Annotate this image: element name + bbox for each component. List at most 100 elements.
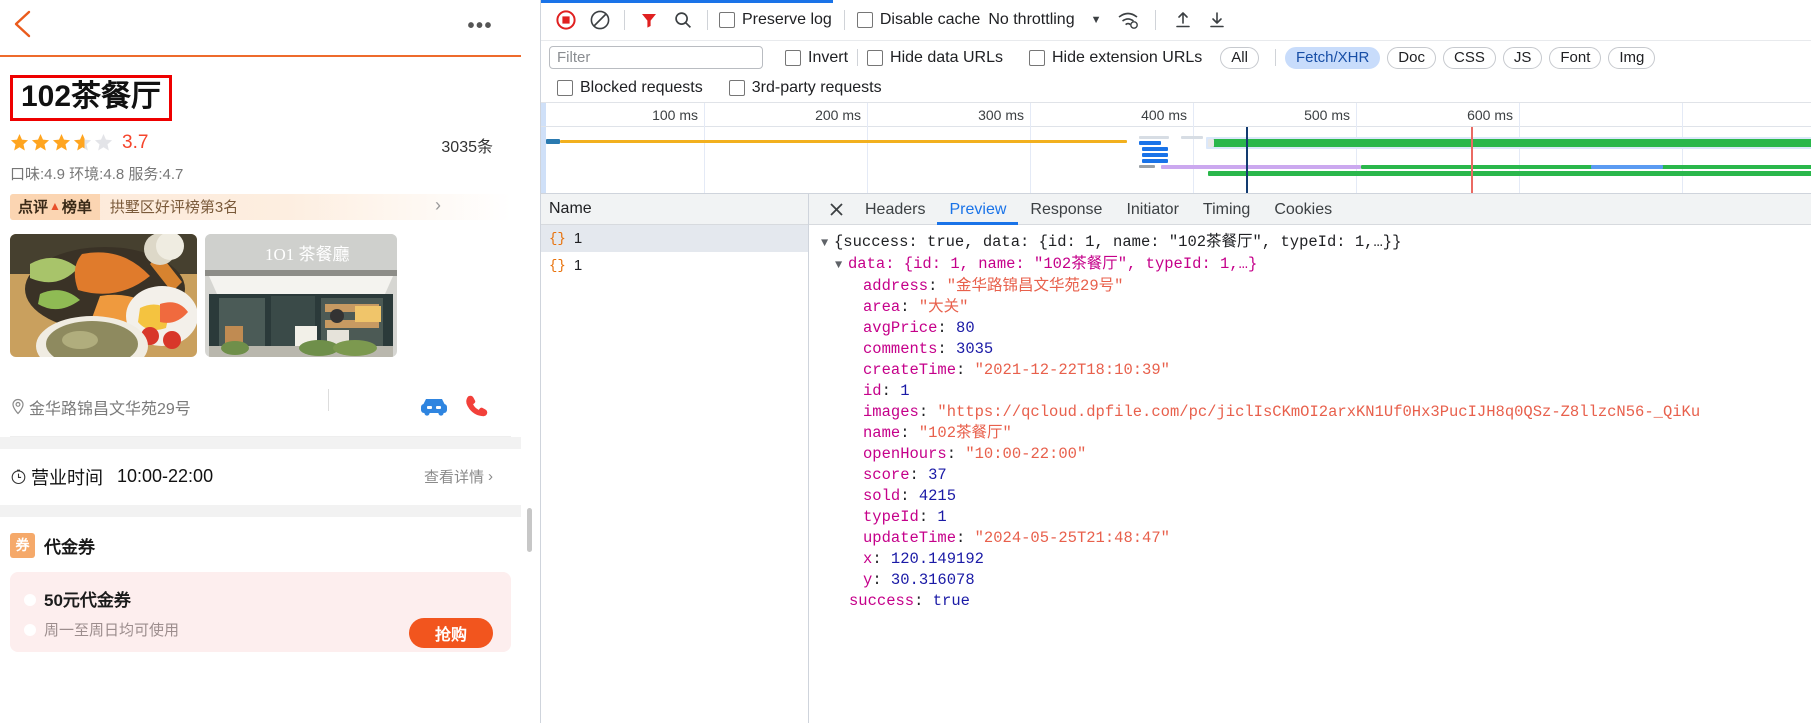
request-name: 1	[573, 230, 583, 247]
checkbox-box[interactable]	[557, 80, 573, 96]
json-colon: :	[956, 361, 975, 379]
tab-response[interactable]: Response	[1018, 194, 1114, 225]
toolbar-divider	[624, 10, 625, 30]
filter-chip-all[interactable]: All	[1220, 46, 1259, 69]
preserve-log-label: Preserve log	[742, 11, 832, 28]
panel-resizer[interactable]	[521, 0, 540, 723]
rank-banner[interactable]: 点评 ▲ 榜单 拱墅区好评榜第3名 ›	[10, 193, 511, 220]
request-row[interactable]: {} 1	[541, 225, 808, 252]
coupon-card[interactable]: 50元代金券 周一至周日均可使用 抢购	[10, 571, 511, 652]
overview-request-bar	[546, 139, 560, 144]
address-text: 金华路锦昌文华苑29号	[10, 395, 191, 419]
json-key: avgPrice	[863, 319, 938, 337]
json-field-row: updateTime: "2024-05-25T21:48:47"	[821, 528, 1811, 549]
photo-thumbnail-storefront[interactable]: 1O1 茶餐廳	[205, 233, 397, 357]
preserve-log-checkbox[interactable]: Preserve log	[719, 11, 832, 29]
json-colon: :	[918, 508, 938, 526]
filter-chip-fetch-xhr[interactable]: Fetch/XHR	[1284, 46, 1381, 69]
invert-checkbox[interactable]: Invert	[785, 49, 848, 67]
overview-request-bar	[1161, 165, 1361, 169]
overview-left-handle[interactable]	[541, 103, 546, 193]
json-field-row: x: 120.149192	[821, 549, 1811, 570]
coupon-buy-button[interactable]: 抢购	[409, 617, 493, 648]
taxi-icon[interactable]	[419, 393, 449, 422]
hide-extension-urls-checkbox[interactable]: Hide extension URLs	[1028, 49, 1202, 67]
json-data-line[interactable]: ▼ data: {id: 1, name: "102茶餐厅", typeId: 1…	[821, 254, 1811, 276]
back-chevron-icon[interactable]	[8, 6, 38, 42]
load-event-marker	[1471, 127, 1473, 193]
throttling-select[interactable]: No throttling	[988, 11, 1074, 29]
checkbox-box[interactable]	[1028, 49, 1045, 66]
network-conditions-icon[interactable]	[1111, 5, 1145, 35]
json-key: createTime	[863, 361, 957, 379]
record-stop-icon[interactable]	[549, 5, 583, 35]
filter-chip-doc[interactable]: Doc	[1387, 46, 1436, 69]
request-row[interactable]: {} 1	[541, 252, 808, 279]
checkbox-box[interactable]	[785, 49, 801, 66]
filter-input[interactable]	[549, 46, 763, 69]
view-details-link[interactable]: 查看详情 ›	[424, 466, 493, 487]
json-value: "10:00-22:00"	[965, 445, 1087, 463]
json-field-row: name: "102茶餐厅"	[821, 423, 1811, 444]
business-hours-row[interactable]: 营业时间 10:00-22:00 查看详情 ›	[10, 449, 511, 505]
json-field-row: comments: 3035	[821, 339, 1811, 360]
search-icon[interactable]	[666, 5, 700, 35]
overview-request-bar	[1142, 153, 1168, 157]
json-colon: :	[918, 403, 938, 421]
json-tail-line: success: true	[849, 592, 970, 610]
filter-chip-font[interactable]: Font	[1549, 46, 1602, 69]
address-row[interactable]: 金华路锦昌文华苑29号	[10, 379, 511, 437]
tab-preview[interactable]: Preview	[937, 194, 1018, 225]
json-key: score	[863, 466, 910, 484]
overview-request-bar	[1142, 147, 1168, 151]
json-value: "102茶餐厅"	[918, 424, 1012, 442]
checkbox-box[interactable]	[867, 49, 884, 66]
json-key: sold	[863, 487, 901, 505]
expand-triangle-icon[interactable]: ▼	[821, 233, 834, 254]
expand-triangle-icon[interactable]: ▼	[835, 255, 848, 276]
overview-tick-label: 100 ms	[652, 107, 698, 123]
clear-icon[interactable]	[583, 5, 617, 35]
resizer-grip[interactable]	[527, 508, 532, 552]
filter-chip-js[interactable]: JS	[1502, 46, 1543, 69]
blocked-requests-checkbox[interactable]: Blocked requests	[557, 79, 703, 97]
disable-cache-checkbox[interactable]: Disable cache	[856, 11, 980, 29]
view-details-label: 查看详情	[423, 469, 484, 486]
business-hours-label: 营业时间	[10, 464, 103, 490]
checkbox-box[interactable]	[856, 12, 873, 28]
checkbox-box[interactable]	[719, 12, 735, 28]
mobile-topbar: •••	[0, 0, 521, 57]
phone-call-icon[interactable]	[463, 393, 489, 424]
json-colon: :	[937, 319, 957, 337]
json-field-row: createTime: "2021-12-22T18:10:39"	[821, 360, 1811, 381]
overview-request-bar	[560, 140, 1127, 143]
third-party-requests-checkbox[interactable]: 3rd-party requests	[728, 79, 882, 97]
export-har-icon[interactable]	[1200, 5, 1234, 35]
tab-initiator[interactable]: Initiator	[1114, 194, 1190, 225]
filter-chip-img[interactable]: Img	[1608, 46, 1656, 69]
filter-chip-css[interactable]: CSS	[1442, 46, 1496, 69]
photo-gallery[interactable]: 1O1 茶餐廳	[10, 233, 511, 357]
star-rating	[10, 133, 113, 152]
photo-thumbnail-food[interactable]	[10, 233, 197, 357]
json-value: 1	[900, 382, 910, 400]
tab-timing[interactable]: Timing	[1191, 194, 1262, 225]
checkbox-box[interactable]	[728, 80, 745, 96]
chevron-down-icon[interactable]: ▼	[1091, 14, 1102, 26]
filter-funnel-icon[interactable]	[632, 5, 666, 35]
json-value: 120.149192	[890, 550, 984, 568]
comments-count[interactable]: 3035条	[441, 133, 493, 157]
import-har-icon[interactable]	[1166, 5, 1200, 35]
overview-tick-label: 200 ms	[815, 107, 861, 123]
json-preview-tree[interactable]: ▼ {success: true, data: {id: 1, name: "10…	[809, 225, 1811, 723]
tab-headers[interactable]: Headers	[853, 194, 937, 225]
hide-data-urls-checkbox[interactable]: Hide data URLs	[867, 49, 1003, 67]
request-list-header[interactable]: Name	[541, 194, 808, 225]
tab-cookies[interactable]: Cookies	[1262, 194, 1344, 225]
more-dots-icon[interactable]: •••	[467, 16, 493, 36]
json-key: success	[849, 592, 915, 610]
chevron-right-icon[interactable]: ›	[435, 195, 441, 216]
network-overview-timeline[interactable]: 100 ms 200 ms 300 ms 400 ms 500 ms 600 m…	[541, 102, 1811, 194]
close-icon[interactable]	[819, 202, 853, 217]
json-root-line[interactable]: ▼ {success: true, data: {id: 1, name: "10…	[821, 232, 1811, 254]
